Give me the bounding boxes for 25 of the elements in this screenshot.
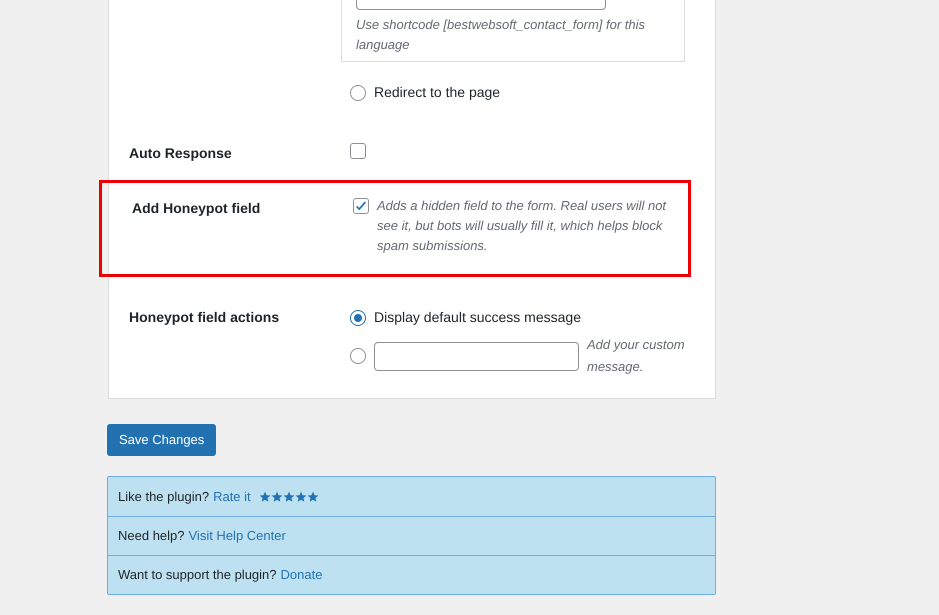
support-text: Like the plugin? xyxy=(118,488,210,506)
star-icon xyxy=(270,490,283,502)
field-label: Add Honeypot field xyxy=(132,200,260,216)
support-text: Want to support the plugin? xyxy=(118,566,277,584)
support-link[interactable]: Visit Help Center xyxy=(188,526,286,546)
support-link[interactable]: Rate it xyxy=(213,486,251,506)
star-icon xyxy=(258,490,271,502)
checkbox[interactable] xyxy=(350,143,366,159)
field-label: Auto Response xyxy=(129,145,232,161)
field-label: Honeypot field actions xyxy=(129,309,280,325)
radio-button[interactable] xyxy=(350,348,366,364)
support-link[interactable]: Donate xyxy=(280,565,322,585)
description-text: Adds a hidden field to the form. Real users will not see it, but bots will usually fill it, which helps block spam submissions. xyxy=(377,197,668,255)
option-label: Redirect to the page xyxy=(374,83,500,102)
hint-text: Use shortcode [bestwebsoft_contact_form] for this language xyxy=(356,16,646,54)
radio-button[interactable] xyxy=(350,310,366,326)
option-label: Display default success message xyxy=(374,308,581,327)
star-icon xyxy=(306,490,319,502)
support-text: Need help? xyxy=(118,527,184,546)
hint-text: Add your custom message. xyxy=(587,336,686,376)
star-icon xyxy=(282,490,295,502)
checkbox[interactable] xyxy=(353,198,369,214)
save-button[interactable]: Save Changes xyxy=(107,424,216,456)
star-icon xyxy=(294,490,307,502)
radio-button[interactable] xyxy=(350,84,366,100)
